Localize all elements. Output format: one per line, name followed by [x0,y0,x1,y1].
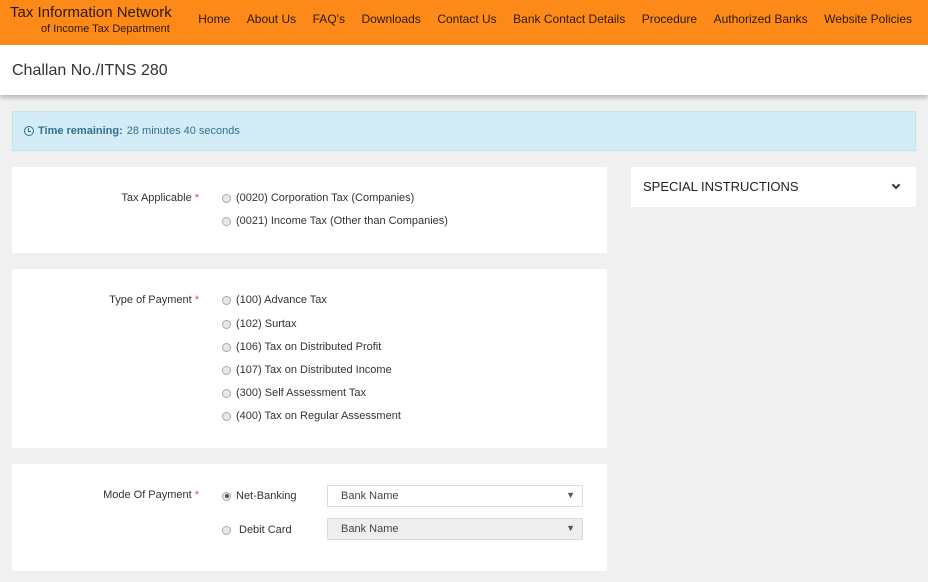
brand-subtitle: of Income Tax Department [41,23,170,35]
select-value: Bank Name [341,523,399,535]
radio-option-0020[interactable]: (0020) Corporation Tax (Companies) [222,192,414,204]
radio-button[interactable] [222,216,231,226]
radio-option-102[interactable]: (102) Surtax [222,318,297,330]
tax-applicable-label-text: Tax Applicable [121,192,192,204]
main-nav: Home About Us FAQ's Downloads Contact Us… [182,12,912,26]
radio-label: (106) Tax on Distributed Profit [236,341,382,353]
radio-button[interactable] [222,342,231,352]
nav-authorized-banks[interactable]: Authorized Banks [714,12,808,26]
type-of-payment-panel: Type of Payment * (100) Advance Tax (102)… [12,269,607,448]
special-instructions-title: SPECIAL INSTRUCTIONS [643,179,799,194]
nav-bank-contact-details[interactable]: Bank Contact Details [513,12,625,26]
mode-of-payment-label-text: Mode Of Payment [103,489,192,501]
tax-applicable-panel: Tax Applicable * (0020) Corporation Tax (… [12,167,607,253]
required-mark: * [194,294,199,306]
radio-label: Net-Banking [236,490,297,502]
radio-button-checked[interactable] [222,491,231,501]
dropdown-arrow-icon: ▼ [566,490,575,500]
chevron-down-icon[interactable] [891,180,901,190]
brand-title: Tax Information Network [10,4,172,21]
clock-icon [24,126,34,136]
timer-value: 28 minutes 40 seconds [126,125,240,137]
nav-website-policies[interactable]: Website Policies [824,12,912,26]
radio-button[interactable] [222,525,231,535]
type-of-payment-label: Type of Payment * [109,294,199,306]
timer-label: Time remaining: [38,125,123,137]
net-banking-bank-select[interactable]: Bank Name ▼ [327,485,583,507]
nav-downloads[interactable]: Downloads [361,12,420,26]
radio-label: (107) Tax on Distributed Income [236,364,392,376]
tax-applicable-label: Tax Applicable * [121,192,199,204]
select-value: Bank Name [341,490,399,502]
radio-button[interactable] [222,411,231,421]
required-mark: * [194,489,199,501]
page-header: Challan No./ITNS 280 [0,45,928,95]
mode-of-payment-label: Mode Of Payment * [103,489,199,501]
radio-option-106[interactable]: (106) Tax on Distributed Profit [222,341,381,353]
radio-button[interactable] [222,365,231,375]
top-nav-bar: Tax Information Network of Income Tax De… [0,0,928,45]
nav-contact-us[interactable]: Contact Us [437,12,496,26]
radio-label: (0021) Income Tax (Other than Companies) [236,215,448,227]
brand-logo[interactable]: Tax Information Network of Income Tax De… [10,4,172,36]
nav-about-us[interactable]: About Us [247,12,296,26]
radio-label: (102) Surtax [236,318,297,330]
debit-card-bank-select[interactable]: Bank Name ▼ [327,518,583,540]
radio-option-0021[interactable]: (0021) Income Tax (Other than Companies) [222,215,448,227]
nav-home[interactable]: Home [198,12,230,26]
page-title: Challan No./ITNS 280 [12,62,168,79]
radio-label: (0020) Corporation Tax (Companies) [236,192,415,204]
radio-label: (400) Tax on Regular Assessment [236,410,401,422]
timer-text: Time remaining: 28 minutes 40 seconds [24,125,240,137]
radio-button[interactable] [222,388,231,398]
radio-option-300[interactable]: (300) Self Assessment Tax [222,387,366,399]
radio-button[interactable] [222,193,231,203]
radio-label: Debit Card [239,524,292,536]
radio-option-100[interactable]: (100) Advance Tax [222,294,327,306]
radio-button[interactable] [222,295,231,305]
nav-procedure[interactable]: Procedure [642,12,697,26]
dropdown-arrow-icon: ▼ [566,523,575,533]
mode-of-payment-panel: Mode Of Payment * Net-Banking Bank Name ▼… [12,464,607,571]
radio-label: (100) Advance Tax [236,294,327,306]
timer-alert: Time remaining: 28 minutes 40 seconds [12,111,916,151]
required-mark: * [194,192,199,204]
radio-option-107[interactable]: (107) Tax on Distributed Income [222,364,392,376]
nav-faqs[interactable]: FAQ's [313,12,345,26]
special-instructions-accordion[interactable]: SPECIAL INSTRUCTIONS [631,167,916,207]
radio-option-400[interactable]: (400) Tax on Regular Assessment [222,410,401,422]
radio-button[interactable] [222,319,231,329]
radio-label: (300) Self Assessment Tax [236,387,367,399]
radio-option-net-banking[interactable]: Net-Banking [222,490,297,502]
radio-option-debit-card[interactable]: Debit Card [222,524,292,536]
type-of-payment-label-text: Type of Payment [109,294,192,306]
